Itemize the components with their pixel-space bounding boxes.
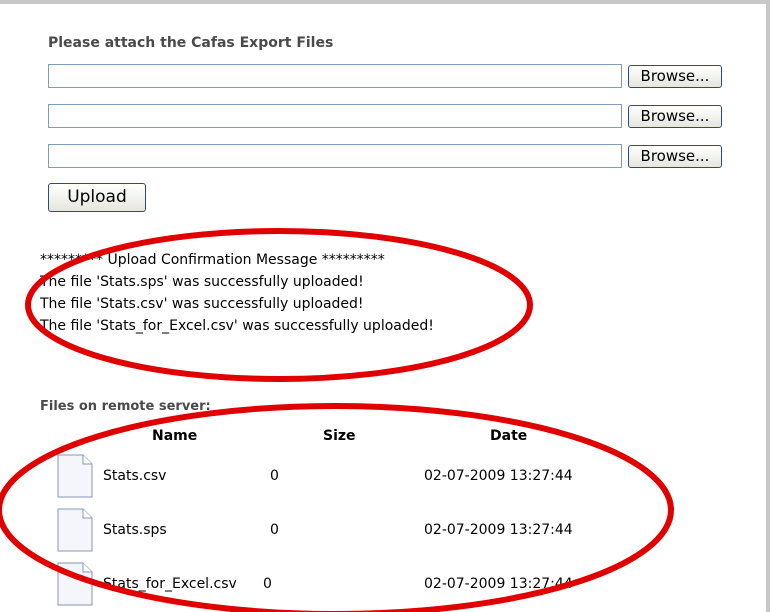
file-date: 02-07-2009 13:27:44 (424, 522, 573, 538)
file-size: 0 (270, 522, 279, 538)
confirmation-line-2: The file 'Stats.csv' was successfully up… (40, 296, 364, 312)
browse-button-2[interactable]: Browse... (628, 105, 722, 128)
file-date: 02-07-2009 13:27:44 (424, 576, 573, 592)
document-icon[interactable] (55, 562, 95, 606)
page-frame-right (766, 0, 770, 612)
confirmation-title: ********* Upload Confirmation Message **… (40, 252, 385, 268)
upload-heading: Please attach the Cafas Export Files (48, 35, 334, 51)
browse-button-3[interactable]: Browse... (628, 145, 722, 168)
file-list-row: Stats.csv 0 02-07-2009 13:27:44 (0, 454, 760, 500)
file-input-2[interactable] (48, 104, 622, 128)
remote-files-title: Files on remote server: (40, 399, 211, 414)
browse-button-1[interactable]: Browse... (628, 65, 722, 88)
column-header-date: Date (490, 428, 528, 444)
file-name[interactable]: Stats.sps (103, 522, 167, 538)
confirmation-line-1: The file 'Stats.sps' was successfully up… (40, 274, 364, 290)
confirmation-line-3: The file 'Stats_for_Excel.csv' was succe… (40, 318, 434, 334)
file-list-row: Stats_for_Excel.csv 0 02-07-2009 13:27:4… (0, 562, 760, 608)
file-list-row: Stats.sps 0 02-07-2009 13:27:44 (0, 508, 760, 554)
file-name[interactable]: Stats_for_Excel.csv (103, 576, 237, 592)
document-icon[interactable] (55, 508, 95, 552)
file-name[interactable]: Stats.csv (103, 468, 166, 484)
column-header-size: Size (323, 428, 356, 444)
file-size: 0 (270, 468, 279, 484)
upload-button[interactable]: Upload (48, 183, 146, 212)
file-input-1[interactable] (48, 64, 622, 88)
file-input-3[interactable] (48, 144, 622, 168)
column-header-name: Name (152, 428, 198, 444)
file-date: 02-07-2009 13:27:44 (424, 468, 573, 484)
page-frame-top (0, 0, 768, 4)
file-size: 0 (263, 576, 272, 592)
document-icon[interactable] (55, 454, 95, 498)
